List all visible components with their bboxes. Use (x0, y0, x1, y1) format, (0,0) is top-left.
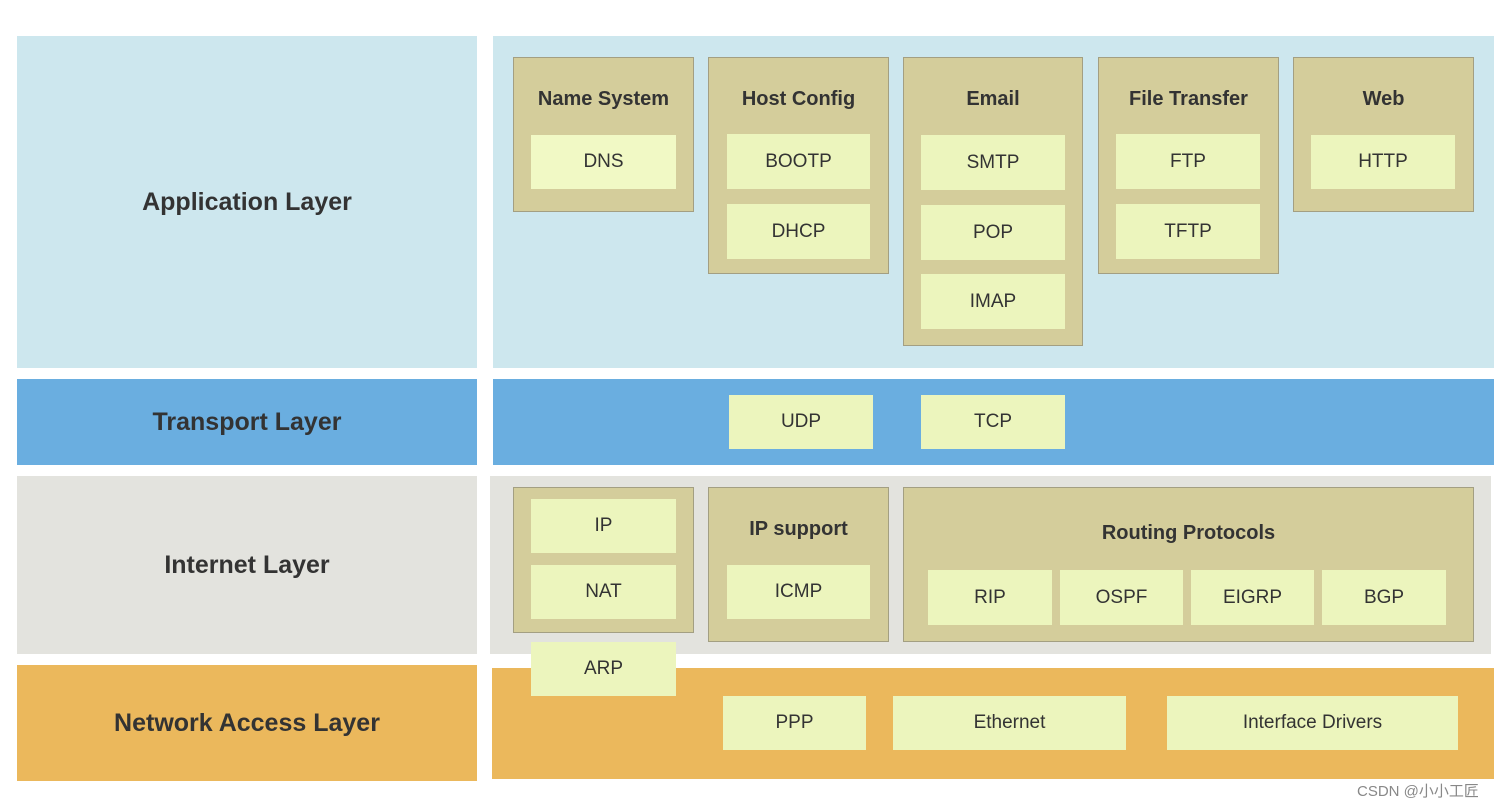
protocol-ftp: FTP (1116, 134, 1260, 189)
group-title: IP support (749, 518, 848, 540)
application-layer-text: Application Layer (142, 187, 352, 216)
watermark: CSDN @小小工匠 (1357, 783, 1479, 800)
internet-layer-label: Internet Layer (17, 476, 477, 654)
group-title: Web (1362, 88, 1405, 110)
protocol-pop: POP (921, 205, 1065, 260)
protocol-ip: IP (531, 499, 676, 553)
network-access-layer-text: Network Access Layer (114, 708, 380, 737)
transport-layer-text: Transport Layer (152, 407, 342, 436)
protocol-tcp: TCP (921, 395, 1065, 449)
protocol-tftp: TFTP (1116, 204, 1260, 259)
protocol-bgp: BGP (1322, 570, 1446, 625)
group-title: File Transfer (1129, 88, 1248, 110)
protocol-eigrp: EIGRP (1191, 570, 1314, 625)
group-title: Routing Protocols (1101, 522, 1276, 544)
protocol-bootp: BOOTP (727, 134, 870, 189)
protocol-smtp: SMTP (921, 135, 1065, 190)
application-layer-label: Application Layer (17, 36, 477, 368)
internet-layer-text: Internet Layer (164, 550, 330, 579)
protocol-dhcp: DHCP (727, 204, 870, 259)
transport-layer-label: Transport Layer (17, 379, 477, 465)
protocol-icmp: ICMP (727, 565, 870, 619)
group-title: Name System (537, 88, 670, 110)
protocol-ospf: OSPF (1060, 570, 1183, 625)
protocol-ethernet: Ethernet (893, 696, 1126, 750)
protocol-interface-drivers: Interface Drivers (1167, 696, 1458, 750)
protocol-http: HTTP (1311, 135, 1455, 189)
network-access-layer-label: Network Access Layer (17, 665, 477, 781)
protocol-ppp: PPP (723, 696, 866, 750)
group-title: Email (966, 88, 1020, 110)
group-title: Host Config (741, 88, 856, 110)
protocol-nat: NAT (531, 565, 676, 619)
protocol-arp: ARP (531, 642, 676, 696)
protocol-dns: DNS (531, 135, 676, 189)
protocol-udp: UDP (729, 395, 873, 449)
protocol-imap: IMAP (921, 274, 1065, 329)
protocol-rip: RIP (928, 570, 1052, 625)
